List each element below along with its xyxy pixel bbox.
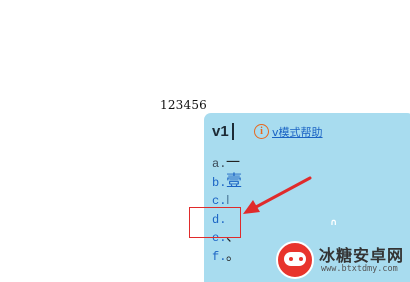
candidate-text: Ⅰ bbox=[226, 193, 230, 208]
annotation-highlight-box bbox=[189, 207, 241, 238]
watermark-url: www.btxtdmy.com bbox=[321, 264, 398, 274]
watermark-title: 冰糖安卓网 bbox=[319, 246, 405, 265]
ime-header: v1 i v模式帮助 bbox=[212, 123, 402, 141]
document-typed-text: 123456 bbox=[160, 98, 208, 112]
candidate-item-c[interactable]: c.Ⅰ bbox=[212, 190, 242, 209]
v-mode-help-link[interactable]: v模式帮助 bbox=[272, 124, 323, 140]
gamepad-logo-icon bbox=[276, 241, 314, 279]
site-watermark: 冰糖安卓网 www.btxtdmy.com bbox=[270, 238, 410, 282]
info-icon[interactable]: i bbox=[254, 124, 269, 139]
candidate-text: 一 bbox=[226, 155, 240, 171]
candidate-text: 壹 bbox=[226, 170, 243, 190]
panel-resize-grip-icon[interactable]: ∩ bbox=[330, 218, 337, 228]
candidate-text: 。 bbox=[226, 247, 240, 264]
candidate-item-f[interactable]: f.。 bbox=[212, 246, 242, 265]
candidate-item-a[interactable]: a.一 bbox=[212, 153, 242, 172]
candidate-item-b[interactable]: b.壹 bbox=[212, 170, 243, 191]
candidate-key: f. bbox=[212, 249, 227, 264]
screenshot-stage: 123456 v1 i v模式帮助 a.一 b.壹 c.Ⅰ d. e.、 f.。… bbox=[0, 0, 410, 282]
candidate-key: a. bbox=[212, 157, 227, 171]
text-caret bbox=[232, 123, 234, 140]
ime-input-code: v1 bbox=[212, 123, 229, 140]
